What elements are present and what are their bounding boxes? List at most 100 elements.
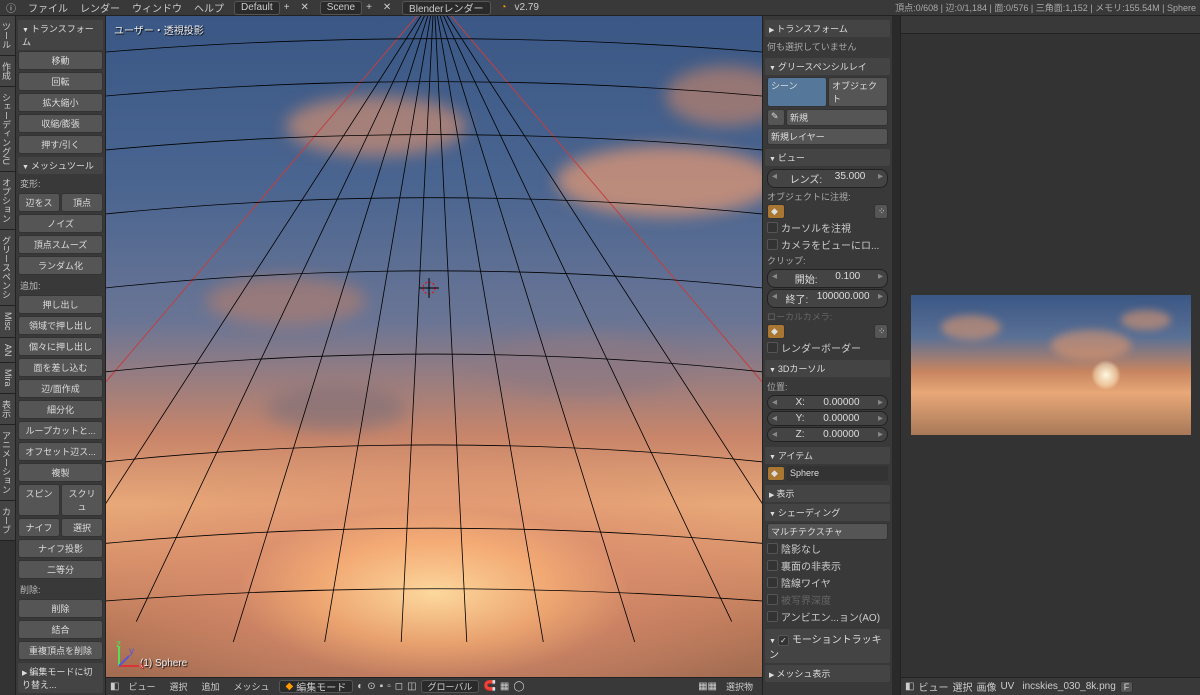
snap-target-icon[interactable]: ▦ xyxy=(500,681,509,692)
vp-menu-view[interactable]: ビュー xyxy=(123,680,160,693)
vtab-mira[interactable]: Mira xyxy=(0,363,15,394)
tool-randomize[interactable]: ランダム化 xyxy=(18,256,103,275)
tool-spin[interactable]: スピン xyxy=(18,484,60,516)
add-layout-icon[interactable]: + xyxy=(280,1,294,15)
view-prop-head[interactable]: ビュー xyxy=(765,149,890,166)
dof-check[interactable] xyxy=(767,594,778,605)
vtab-an[interactable]: AN xyxy=(0,338,15,364)
render-border-check[interactable] xyxy=(767,342,778,353)
image-view[interactable]: ◧ ビュー 選択 画像 UV incskies_030_8k.png F xyxy=(901,34,1200,695)
gp-new-btn[interactable]: 新規 xyxy=(786,109,888,126)
gp-tab-object[interactable]: オブジェクト xyxy=(828,77,888,107)
uv-menu-image[interactable]: 画像 xyxy=(976,679,996,694)
snap-icon[interactable]: 🧲 xyxy=(483,681,495,692)
uv-editor-icon[interactable]: ◧ xyxy=(905,681,914,692)
vtab-options[interactable]: オプション xyxy=(0,172,15,230)
mode-selector[interactable]: ◆編集モード xyxy=(279,680,354,693)
image-name-field[interactable]: incskies_030_8k.png xyxy=(1022,681,1115,692)
menu-window[interactable]: ウィンドウ xyxy=(126,0,188,15)
tool-extrude[interactable]: 押し出し xyxy=(18,295,103,314)
vp-menu-mesh[interactable]: メッシュ xyxy=(229,680,275,693)
uv-menu-select[interactable]: 選択 xyxy=(952,679,972,694)
meshdisplay-prop-head[interactable]: メッシュ表示 xyxy=(765,665,890,682)
menu-file[interactable]: ファイル xyxy=(22,0,74,15)
vert-select-icon[interactable]: ▪ xyxy=(380,681,384,692)
tool-loopcut[interactable]: ループカットと... xyxy=(18,421,103,440)
area-divider[interactable] xyxy=(892,16,900,695)
limit-selection-icon[interactable]: ◫ xyxy=(407,681,416,692)
orientation-selector[interactable]: グローバル xyxy=(421,680,480,693)
tool-screw[interactable]: スクリュ xyxy=(61,484,103,516)
tool-shrink[interactable]: 収縮/膨張 xyxy=(18,114,103,133)
pivot-icon[interactable]: ⊙ xyxy=(367,681,375,692)
uv-menu-view[interactable]: ビュー xyxy=(918,679,948,694)
editor-type-icon[interactable]: ◧ xyxy=(110,681,119,692)
clip-start-field[interactable]: ◂開始:0.100▸ xyxy=(767,269,888,288)
layout-selector[interactable]: Default xyxy=(234,1,280,15)
vtab-animation[interactable]: アニメーション xyxy=(0,425,15,501)
hiddenwire-check[interactable] xyxy=(767,577,778,588)
display-prop-head[interactable]: 表示 xyxy=(765,485,890,502)
tool-vertex[interactable]: 頂点 xyxy=(61,193,103,212)
tool-scale[interactable]: 拡大縮小 xyxy=(18,93,103,112)
lock-camera-check[interactable] xyxy=(767,239,778,250)
localcam-eyedrop-icon[interactable]: ⁘ xyxy=(874,324,888,339)
vtab-display[interactable]: 表示 xyxy=(0,394,15,425)
menu-help[interactable]: ヘルプ xyxy=(188,0,230,15)
fake-user-btn[interactable]: F xyxy=(1120,681,1134,693)
shading-mode-select[interactable]: マルチテクスチャ xyxy=(767,523,888,540)
tool-delete[interactable]: 削除 xyxy=(18,599,103,618)
vtab-gpencil[interactable]: グリースペンシ xyxy=(0,230,15,306)
remove-scene-icon[interactable]: ✕ xyxy=(380,1,394,15)
vtab-shading[interactable]: シェーディング/U xyxy=(0,87,15,172)
tool-subdivide[interactable]: 細分化 xyxy=(18,400,103,419)
face-select-icon[interactable]: ◻ xyxy=(395,681,403,692)
gp-new-layer[interactable]: 新規レイヤー xyxy=(767,128,888,145)
motion-check[interactable] xyxy=(778,635,789,646)
item-prop-head[interactable]: アイテム xyxy=(765,447,890,464)
tool-select[interactable]: 選択 xyxy=(61,518,103,537)
motion-prop-head[interactable]: モーショントラッキン xyxy=(765,629,890,663)
cursor-z-field[interactable]: ◂Z:0.00000▸ xyxy=(767,427,888,442)
vp-menu-select[interactable]: 選択 xyxy=(164,680,192,693)
focus-cube-icon[interactable]: ◆ xyxy=(767,204,785,219)
gpencil-prop-head[interactable]: グリースペンシルレイ xyxy=(765,58,890,75)
tool-knifeproject[interactable]: ナイフ投影 xyxy=(18,539,103,558)
tool-duplicate[interactable]: 複製 xyxy=(18,463,103,482)
localcam-icon[interactable]: ◆ xyxy=(767,324,785,339)
uv-menu-uv[interactable]: UV xyxy=(1000,681,1014,692)
clip-end-field[interactable]: ◂終了:100000.000▸ xyxy=(767,289,888,308)
remove-layout-icon[interactable]: ✕ xyxy=(298,1,312,15)
tool-rotate[interactable]: 回転 xyxy=(18,72,103,91)
cursor-y-field[interactable]: ◂Y:0.00000▸ xyxy=(767,411,888,426)
tool-noise[interactable]: ノイズ xyxy=(18,214,103,233)
shadeless-check[interactable] xyxy=(767,543,778,554)
scene-selector[interactable]: Scene xyxy=(320,1,362,15)
gp-tab-scene[interactable]: シーン xyxy=(767,77,827,107)
meshtools-panel-head[interactable]: メッシュツール xyxy=(18,157,103,174)
cursor-x-field[interactable]: ◂X:0.00000▸ xyxy=(767,395,888,410)
vp-menu-add[interactable]: 追加 xyxy=(196,680,224,693)
shading-prop-head[interactable]: シェーディング xyxy=(765,504,890,521)
tool-pushpull[interactable]: 押す/引く xyxy=(18,135,103,154)
shading-mode-icon[interactable]: ◐ xyxy=(357,681,363,692)
tool-knife[interactable]: ナイフ xyxy=(18,518,60,537)
info-editor-icon[interactable]: ⓘ xyxy=(4,1,18,15)
3d-viewport[interactable]: ユーザー・透視投影 (1) Sphere x z y ◧ ビュー 選択 追加 メ… xyxy=(106,16,762,695)
tool-inset[interactable]: 面を差し込む xyxy=(18,358,103,377)
tool-extrude-indiv[interactable]: 個々に押し出し xyxy=(18,337,103,356)
tool-translate[interactable]: 移動 xyxy=(18,51,103,70)
backface-check[interactable] xyxy=(767,560,778,571)
tool-bisect[interactable]: 二等分 xyxy=(18,560,103,579)
transform-prop-head[interactable]: トランスフォーム xyxy=(765,20,890,37)
tool-makeface[interactable]: 辺/面作成 xyxy=(18,379,103,398)
transform-panel-head[interactable]: トランスフォーム xyxy=(18,20,103,50)
menu-render[interactable]: レンダー xyxy=(74,0,126,15)
gp-brush-icon[interactable]: ✎ xyxy=(767,109,785,126)
vp-selected[interactable]: 選択物 xyxy=(721,680,758,693)
tool-merge[interactable]: 結合 xyxy=(18,620,103,639)
tool-offsetedge[interactable]: オフセット辺ス... xyxy=(18,442,103,461)
vtab-tools[interactable]: ツール xyxy=(0,16,15,56)
vtab-curve[interactable]: カーブ xyxy=(0,501,15,541)
renderer-selector[interactable]: Blenderレンダー xyxy=(402,1,490,15)
